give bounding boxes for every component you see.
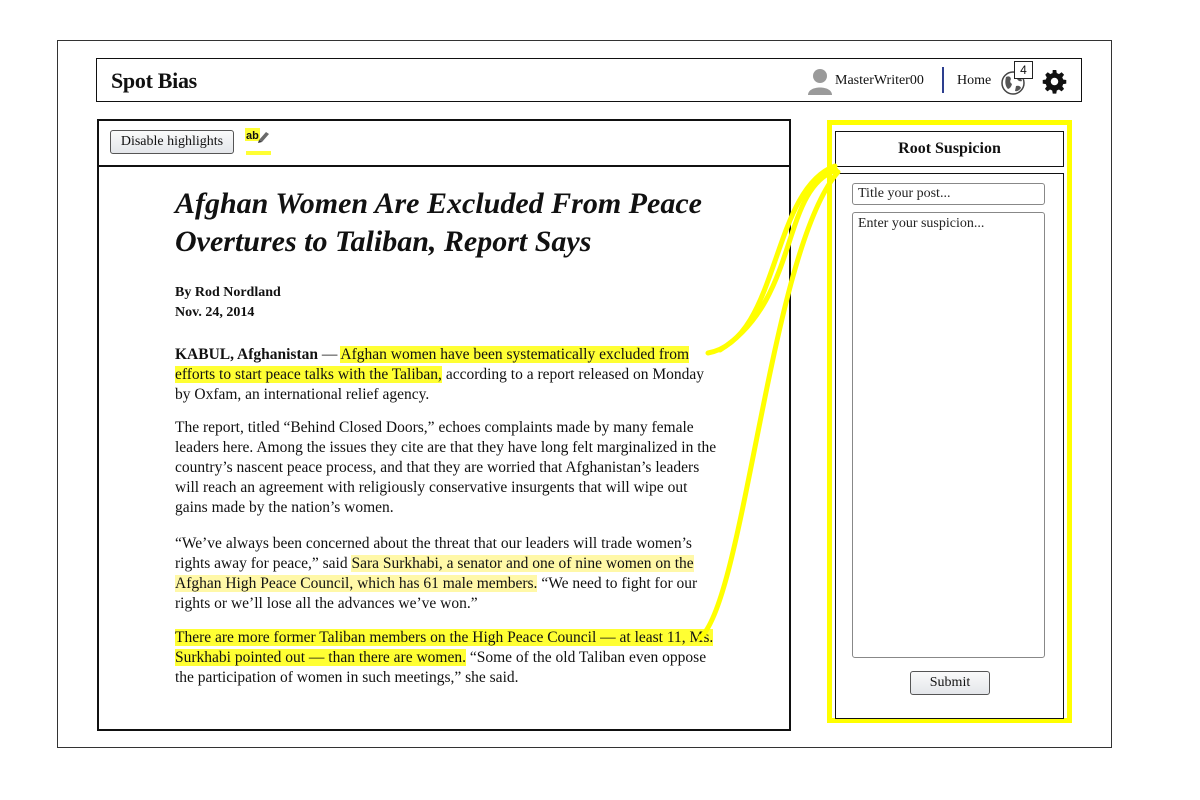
article-title: Afghan Women Are Excluded From Peace Ove… xyxy=(175,187,702,258)
article-paragraph-2: The report, titled “Behind Closed Doors,… xyxy=(175,419,717,516)
root-suspicion-heading: Root Suspicion xyxy=(835,131,1064,167)
home-link[interactable]: Home xyxy=(957,73,991,89)
article-byline: By Rod Nordland xyxy=(175,285,281,300)
disable-highlights-button[interactable]: Disable highlights xyxy=(110,130,234,154)
gear-icon[interactable] xyxy=(1042,69,1067,94)
notification-badge[interactable]: 4 xyxy=(1014,61,1033,79)
article-paragraph-4: There are more former Taliban members on… xyxy=(175,628,723,688)
article-paragraph-1: KABUL, Afghanistan — Afghan women have b… xyxy=(175,345,723,405)
top-navbar: Spot Bias MasterWriter00 Home 4 xyxy=(96,58,1082,102)
app-logo[interactable]: Spot Bias xyxy=(111,68,197,94)
dateline-label: KABUL, Afghanistan xyxy=(175,346,318,363)
user-avatar-icon[interactable] xyxy=(807,67,833,95)
username-label[interactable]: MasterWriter00 xyxy=(835,73,924,89)
article-date: Nov. 24, 2014 xyxy=(175,305,255,320)
suspicion-form: Submit xyxy=(835,173,1064,719)
nav-divider xyxy=(942,67,944,93)
article-panel: Disable highlights ab Afghan Women Are E… xyxy=(97,119,791,731)
submit-button[interactable]: Submit xyxy=(910,671,990,695)
spellcheck-icon[interactable]: ab xyxy=(245,128,271,156)
article-paragraph-3: “We’ve always been concerned about the t… xyxy=(175,534,723,614)
suspicion-textarea[interactable] xyxy=(852,212,1045,658)
dash: — xyxy=(317,346,341,363)
svg-text:ab: ab xyxy=(246,130,259,142)
post-title-input[interactable] xyxy=(852,183,1045,205)
root-suspicion-panel: Root Suspicion Submit xyxy=(827,120,1072,723)
article-toolbar: Disable highlights ab xyxy=(99,121,789,167)
